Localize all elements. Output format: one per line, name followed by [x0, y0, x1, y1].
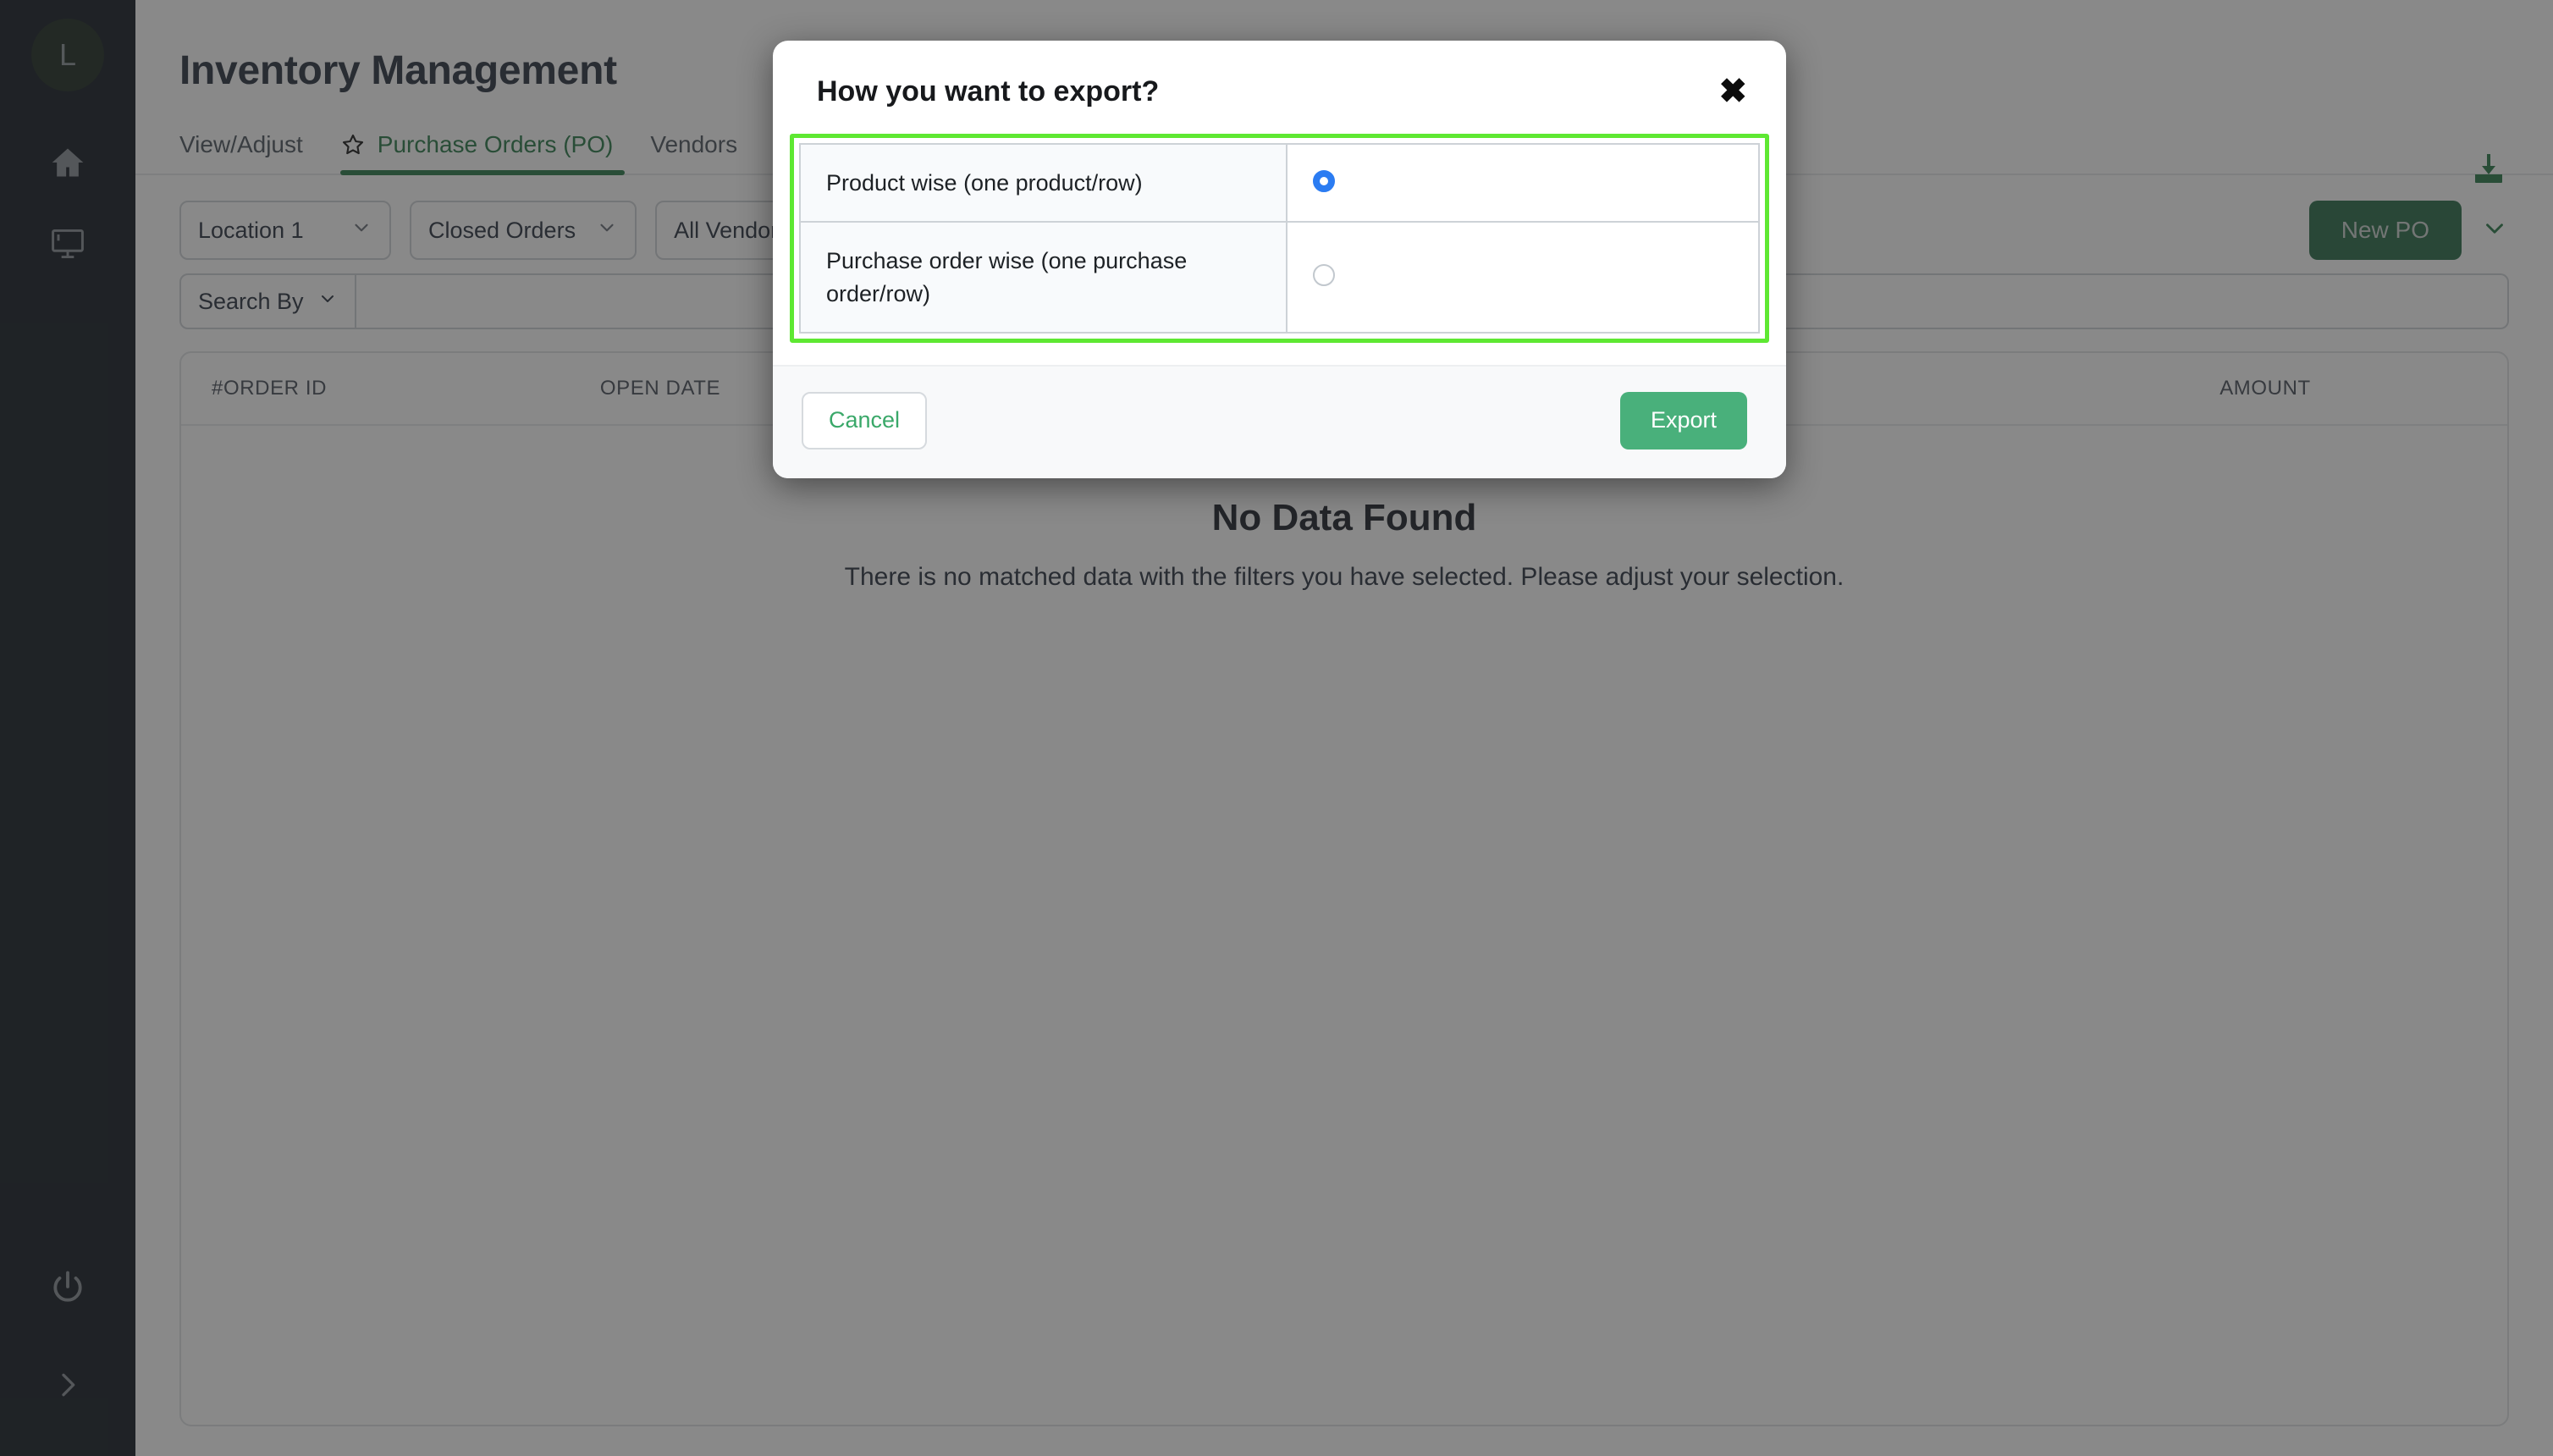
cancel-button[interactable]: Cancel	[802, 392, 927, 449]
option-label-product-wise: Product wise (one product/row)	[800, 144, 1287, 222]
export-options-table: Product wise (one product/row) Purchase …	[799, 143, 1760, 334]
table-row[interactable]: Product wise (one product/row)	[800, 144, 1759, 222]
radio-product-wise[interactable]	[1313, 170, 1335, 192]
export-options-highlight: Product wise (one product/row) Purchase …	[790, 134, 1769, 343]
export-button[interactable]: Export	[1620, 392, 1747, 449]
option-radio-cell-purchase-order-wise[interactable]	[1287, 222, 1759, 333]
radio-purchase-order-wise[interactable]	[1313, 264, 1335, 286]
modal-footer: Cancel Export	[773, 365, 1786, 478]
screen: L	[0, 0, 2553, 1456]
option-label-purchase-order-wise: Purchase order wise (one purchase order/…	[800, 222, 1287, 333]
close-icon[interactable]: ✖	[1718, 74, 1747, 108]
option-radio-cell-product-wise[interactable]	[1287, 144, 1759, 222]
modal-title: How you want to export?	[817, 75, 1159, 108]
table-row[interactable]: Purchase order wise (one purchase order/…	[800, 222, 1759, 333]
modal-header: How you want to export? ✖	[773, 41, 1786, 134]
export-modal: How you want to export? ✖ Product wise (…	[773, 41, 1786, 478]
